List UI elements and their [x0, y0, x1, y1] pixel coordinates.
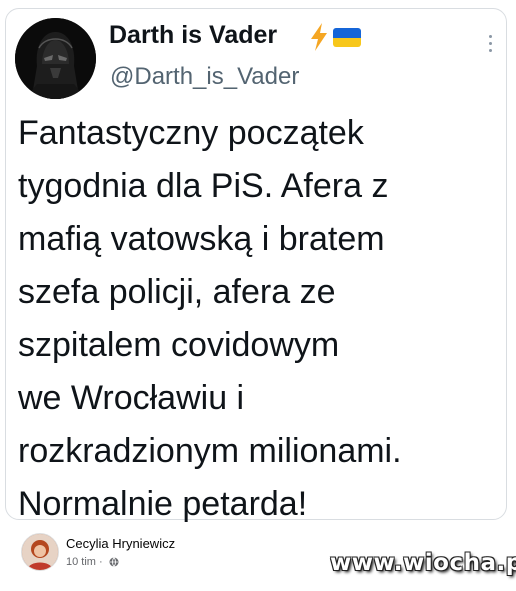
site-watermark: www.wiocha.pl	[330, 550, 516, 576]
user-handle[interactable]: @Darth_is_Vader	[110, 63, 299, 91]
more-options-icon[interactable]	[487, 35, 493, 57]
tweet-card[interactable]: Darth is Vader @Darth_is_Vader Fantastyc…	[5, 8, 507, 523]
sharer-name[interactable]: Cecylia Hryniewicz	[66, 536, 175, 551]
post-meta: 10 tim ·	[66, 556, 119, 568]
globe-icon	[109, 557, 119, 567]
tweet-text: Fantastyczny początek tygodnia dla PiS. …	[18, 114, 402, 523]
sharer-avatar[interactable]	[21, 533, 59, 571]
ukraine-flag-icon	[333, 28, 361, 47]
post-time[interactable]: 10 tim	[66, 556, 96, 568]
display-name[interactable]: Darth is Vader	[109, 21, 277, 50]
lightning-bolt-icon	[311, 23, 327, 51]
meta-separator: ·	[99, 556, 103, 569]
profile-avatar[interactable]	[15, 18, 96, 99]
